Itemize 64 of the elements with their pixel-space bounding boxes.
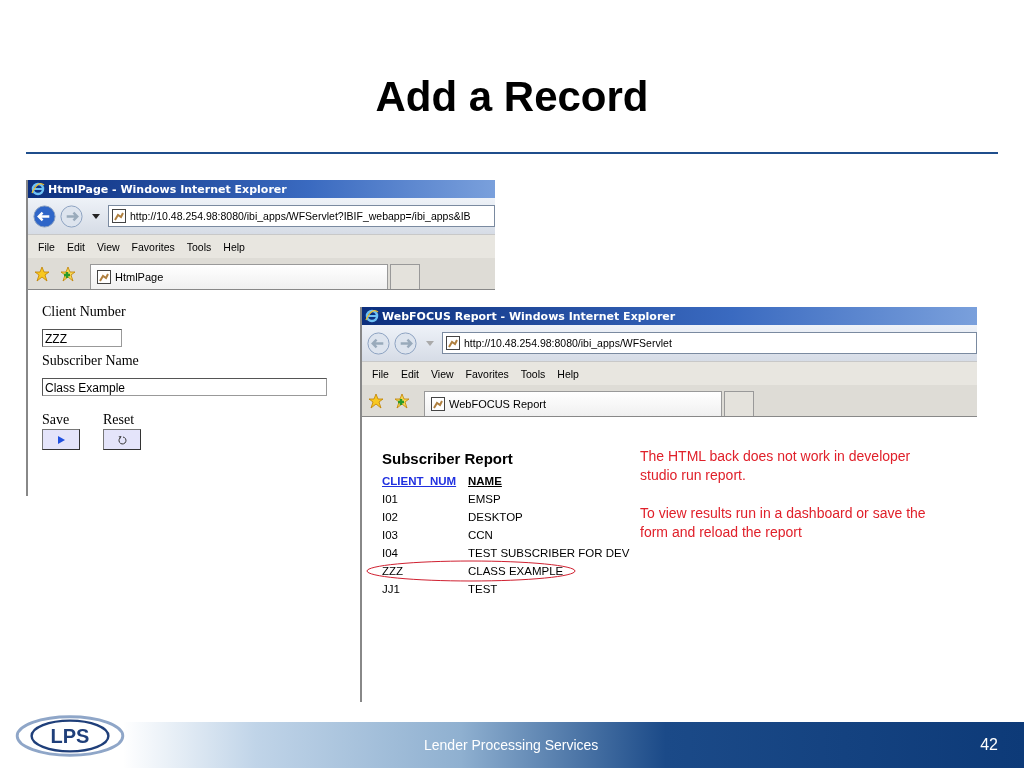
new-tab-button[interactable] — [390, 264, 420, 289]
table-cell: DESKTOP — [468, 511, 523, 523]
menu-item[interactable]: Edit — [394, 367, 425, 380]
company-logo: LPS — [12, 712, 128, 760]
table-cell-text: I03 — [382, 529, 399, 541]
reset-button[interactable] — [103, 429, 141, 450]
input-field[interactable]: ZZZ — [42, 329, 122, 347]
column-header: NAME — [468, 475, 502, 487]
address-bar[interactable]: http://10.48.254.98:8080/ibi_apps/WFServlet — [442, 332, 977, 354]
browser-tab[interactable]: HtmlPage — [90, 264, 388, 289]
window-title: WebFOCUS Report - Windows Internet Explorer — [382, 309, 676, 323]
table-cell-text: I01 — [382, 493, 399, 505]
menu-item[interactable]: Favorites — [125, 240, 181, 253]
page-number: 42 — [980, 736, 998, 754]
input-field[interactable]: Class Example — [42, 378, 327, 396]
table-cell: TEST SUBSCRIBER FOR DEV — [468, 547, 630, 559]
star-icon[interactable] — [34, 265, 50, 282]
menu-item[interactable]: File — [366, 367, 395, 380]
table-cell: CCN — [468, 529, 493, 541]
reset-icon — [117, 434, 127, 445]
menu-item[interactable]: Help — [217, 240, 251, 253]
button-label: Save — [42, 412, 71, 428]
page-icon — [112, 209, 126, 223]
column-header-link[interactable]: CLIENT_NUM — [382, 475, 468, 487]
table-cell-text: JJ1 — [382, 583, 401, 595]
table-cell: TEST — [468, 583, 498, 595]
menu-item[interactable]: File — [32, 240, 61, 253]
add-favorite-icon[interactable] — [394, 392, 410, 409]
add-favorite-icon[interactable] — [60, 265, 76, 282]
address-bar[interactable]: http://10.48.254.98:8080/ibi_apps/WFServlet?IBIF_webapp=/ibi_apps&IB — [108, 205, 495, 227]
annotation-text: To view results run in a dashboard or save the form and reload the report — [640, 504, 927, 542]
table-cell-text: ZZZ — [382, 565, 405, 577]
table-cell-text: I04 — [382, 547, 399, 559]
company-name: Lender Processing Services — [424, 737, 599, 753]
dropdown-caret-icon[interactable] — [92, 213, 100, 219]
menu-item[interactable]: Favorites — [459, 367, 515, 380]
star-icon[interactable] — [368, 392, 384, 409]
save-button[interactable] — [42, 429, 80, 450]
page-icon — [97, 270, 111, 284]
forward-button[interactable] — [393, 330, 418, 356]
browser-logo-icon — [365, 309, 379, 323]
browser-logo-icon — [31, 182, 45, 196]
window-title: HtmlPage - Windows Internet Explorer — [48, 182, 287, 196]
back-button[interactable] — [32, 203, 57, 229]
slide-title: Add a Record — [374, 72, 650, 122]
menu-item[interactable]: Edit — [60, 240, 91, 253]
menu-item[interactable]: View — [91, 240, 126, 253]
menu-item[interactable]: Tools — [180, 240, 218, 253]
field-label: Client Number — [42, 304, 126, 320]
page-icon — [431, 397, 445, 411]
table-cell-text: I02 — [382, 511, 399, 523]
button-label: Reset — [103, 412, 136, 428]
play-icon — [56, 434, 66, 445]
field-label: Subscriber Name — [42, 353, 139, 369]
table-cell: EMSP — [468, 493, 501, 505]
new-tab-button[interactable] — [724, 391, 754, 416]
browser-tab[interactable]: WebFOCUS Report — [424, 391, 722, 416]
menu-item[interactable]: Tools — [514, 367, 552, 380]
menu-item[interactable]: Help — [551, 367, 585, 380]
annotation-text: The HTML back does not work in developer studio run report. — [640, 447, 912, 485]
page-icon — [446, 336, 460, 350]
menu-item[interactable]: View — [425, 367, 460, 380]
report-title: Subscriber Report — [382, 450, 514, 467]
table-cell: CLASS EXAMPLE — [468, 565, 564, 577]
